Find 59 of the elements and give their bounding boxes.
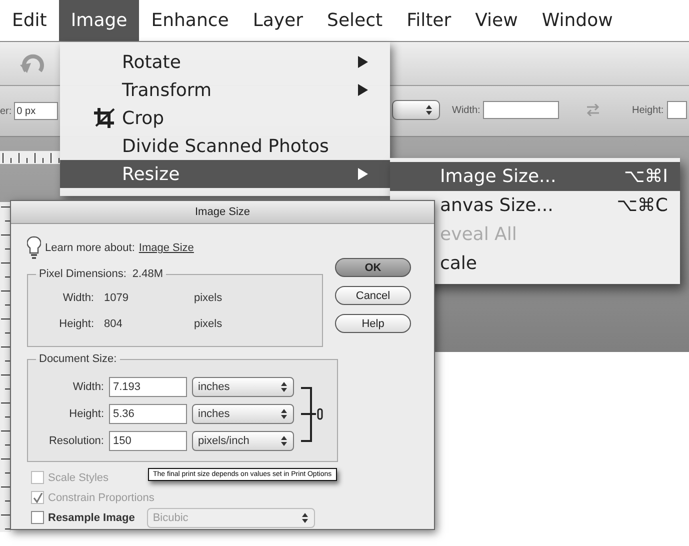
stepper-icon (425, 104, 433, 116)
field-label: er: (0, 106, 12, 116)
field-label: Width: (452, 104, 480, 116)
group-title: Pixel Dimensions: (39, 268, 126, 280)
dropdown[interactable] (392, 100, 440, 120)
checkbox-label: Scale Styles (48, 472, 109, 484)
checkbox[interactable] (31, 511, 44, 524)
unit-dropdown[interactable]: pixels/inch (192, 431, 294, 451)
menu-item[interactable]: Divide Scanned Photos (60, 132, 390, 160)
field-label: Width: (62, 292, 94, 304)
menu-item[interactable]: Crop (60, 104, 390, 132)
menu-bar-item[interactable]: Filter (394, 0, 464, 41)
swap-icon[interactable] (586, 104, 600, 116)
menu-item[interactable]: Resize (60, 160, 390, 188)
learn-more-text: Learn more about: (45, 242, 135, 254)
submenu-arrow-icon (358, 168, 368, 180)
menu-bar-item[interactable]: Window (530, 0, 625, 41)
submenu-arrow-icon (358, 56, 368, 68)
menu-bar-item[interactable]: Enhance (139, 0, 241, 41)
dialog-button[interactable]: Help (335, 314, 411, 333)
field-label: Width: (72, 381, 104, 393)
unit-label: pixels (194, 318, 224, 330)
help-link[interactable]: Image Size (138, 242, 194, 254)
input-field[interactable]: 150 (109, 431, 187, 451)
input-field[interactable]: 5.36 (109, 404, 187, 424)
checkbox-label: Resample Image (48, 512, 135, 524)
field-label: Height: (68, 408, 104, 420)
menu-bar-item[interactable]: Edit (0, 0, 59, 41)
stepper-icon (300, 512, 309, 524)
unit-dropdown[interactable]: inches (192, 404, 294, 424)
field-label: Resolution: (48, 435, 104, 447)
lightbulb-icon (27, 236, 41, 260)
stepper-icon (280, 381, 288, 393)
size-value: 2.48M (132, 268, 163, 280)
unit-dropdown[interactable]: inches (192, 377, 294, 397)
input-field[interactable]: 7.193 (109, 377, 187, 397)
dimension-value: 804 (104, 318, 124, 330)
input-field[interactable]: 0 px (14, 102, 58, 120)
stepper-icon (280, 408, 288, 420)
checkbox-label: Constrain Proportions (48, 492, 154, 504)
group-title: Document Size: (39, 353, 117, 365)
submenu-arrow-icon (358, 84, 368, 96)
menu-bar-item[interactable]: View (463, 0, 530, 41)
menu-bar-item[interactable]: Layer (240, 0, 316, 41)
unit-label: pixels (194, 292, 224, 304)
menu-bar-item[interactable]: Select (315, 0, 395, 41)
crop-icon (93, 107, 117, 129)
stepper-icon (280, 435, 288, 447)
menu-item[interactable]: Image Size... ⌥⌘I (390, 162, 680, 191)
dimension-value: 1079 (104, 292, 130, 304)
field-label: Height: (58, 318, 94, 330)
dialog-title: Image Size (11, 201, 434, 224)
input-field[interactable] (666, 101, 687, 119)
dialog-button[interactable]: OK (335, 258, 411, 277)
dialog-button[interactable]: Cancel (335, 286, 411, 305)
input-field[interactable] (483, 101, 560, 119)
menu-item[interactable]: Transform (60, 76, 390, 104)
field-label: Height: (632, 104, 664, 116)
menu-bar-item[interactable]: Image (58, 0, 140, 41)
